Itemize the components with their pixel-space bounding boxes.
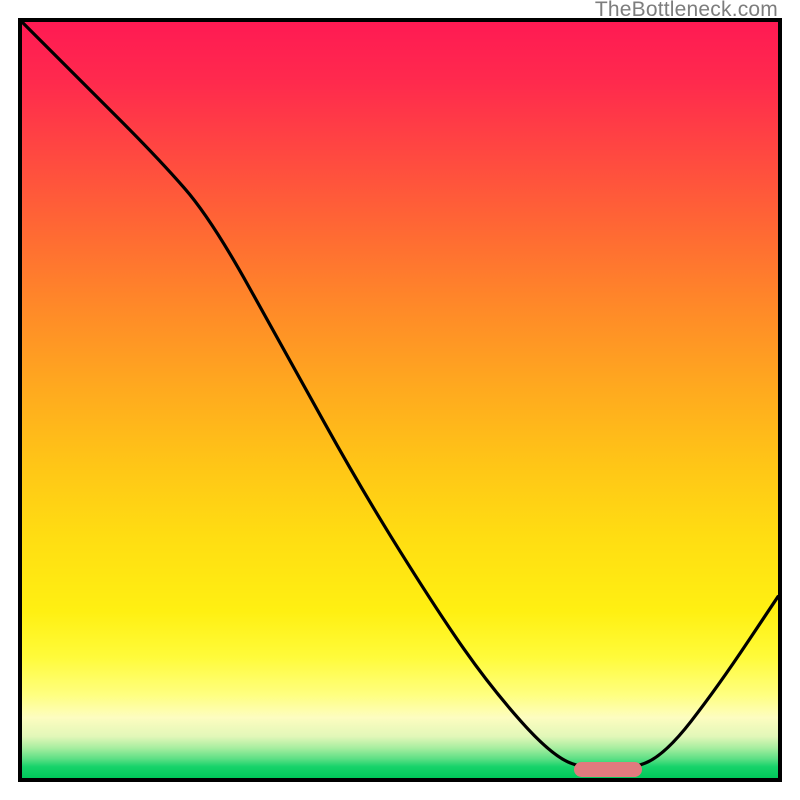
optimal-range-marker bbox=[574, 762, 642, 777]
chart-frame bbox=[18, 18, 782, 782]
bottleneck-curve bbox=[22, 22, 778, 778]
bottleneck-curve-path bbox=[22, 22, 778, 770]
